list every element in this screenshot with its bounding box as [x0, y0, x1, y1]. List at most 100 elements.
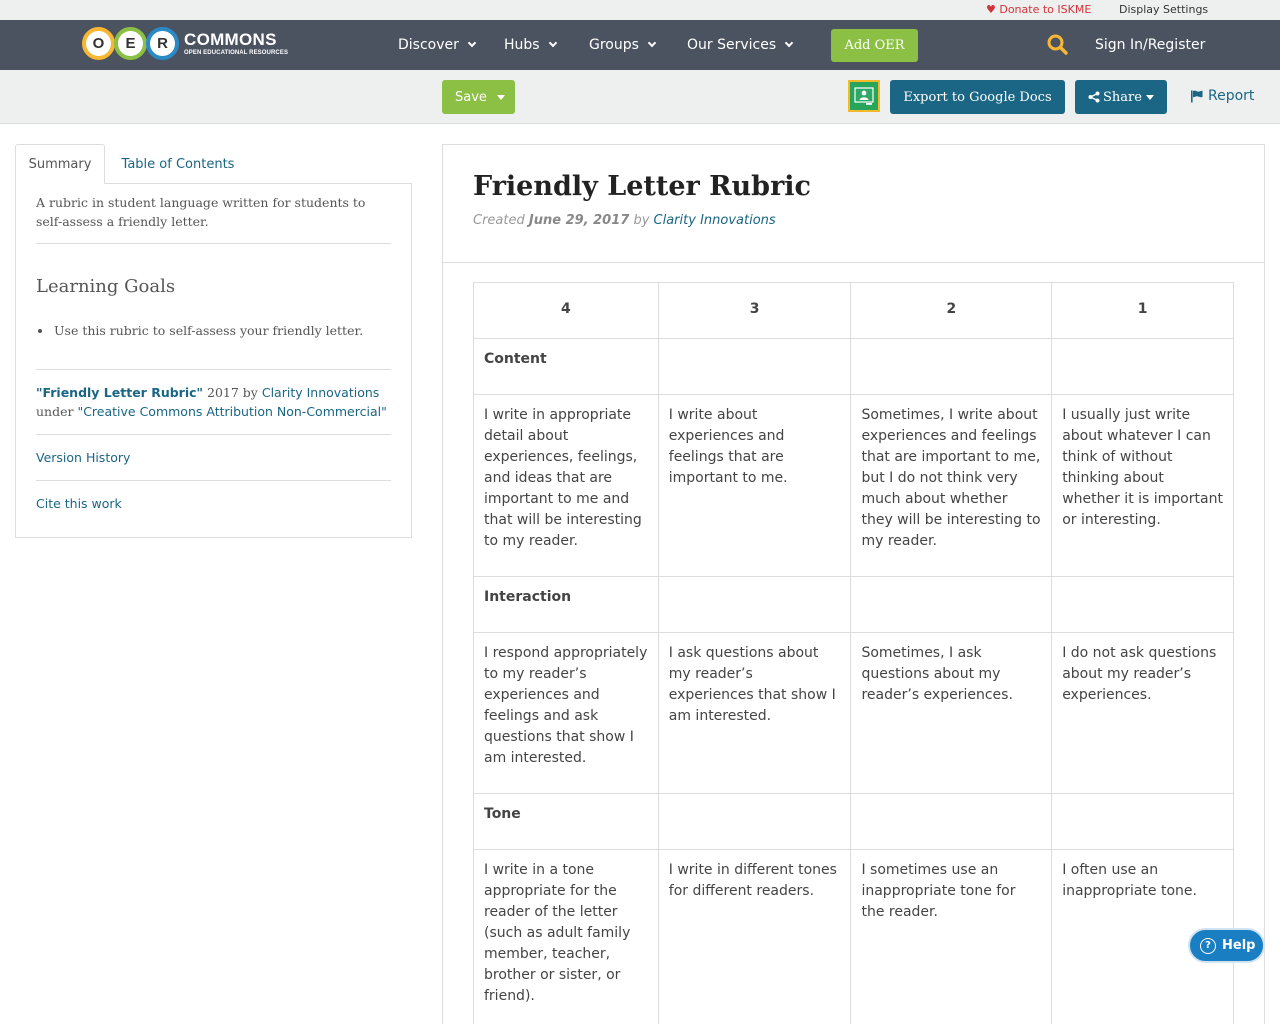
rubric-empty-cell — [1051, 793, 1234, 850]
rubric-category-content: Content — [473, 338, 659, 395]
summary-panel: A rubric in student language written for… — [15, 183, 412, 538]
attribution-author-link[interactable]: Clarity Innovations — [262, 385, 379, 400]
nav-our-services[interactable]: Our Services — [687, 37, 794, 53]
logo-letter-r: R — [146, 26, 179, 60]
save-button[interactable]: Save — [442, 80, 515, 114]
resource-description: A rubric in student language written for… — [36, 195, 366, 229]
rubric-row: I respond appropriately to my reader’s e… — [473, 632, 1234, 794]
chevron-down-icon — [784, 38, 794, 48]
utility-bar: ♥ Donate to ISKME Display Settings — [0, 0, 1280, 20]
tab-table-of-contents[interactable]: Table of Contents — [113, 144, 243, 184]
resource-header: Friendly Letter Rubric Created June 29, … — [443, 145, 1264, 263]
rubric-cell: I write in different tones for different… — [657, 849, 852, 1024]
chevron-down-icon — [647, 38, 657, 48]
rubric-cell: I do not ask questions about my reader’s… — [1051, 632, 1234, 794]
rubric-empty-cell — [1051, 576, 1234, 633]
rubric-cell: I write about experiences and feelings t… — [657, 394, 852, 577]
tab-summary[interactable]: Summary — [15, 144, 105, 184]
flag-icon — [1191, 90, 1203, 102]
rubric-header-row: 4 3 2 1 — [473, 282, 1234, 339]
logo-letter-o: O — [82, 26, 115, 60]
question-icon: ? — [1200, 937, 1216, 954]
nav-groups[interactable]: Groups — [589, 37, 657, 53]
cite-this-work-link[interactable]: Cite this work — [36, 496, 122, 511]
rubric-category-row: Interaction — [473, 576, 1234, 633]
report-link[interactable]: Report — [1190, 88, 1254, 104]
google-classroom-button[interactable] — [848, 80, 880, 112]
created-label: Created — [473, 213, 529, 228]
rubric-empty-cell — [850, 576, 1053, 633]
rubric-category-tone: Tone — [473, 793, 659, 850]
by-label: by — [629, 213, 654, 228]
rubric-empty-cell — [657, 576, 852, 633]
export-google-docs-button[interactable]: Export to Google Docs — [890, 80, 1065, 114]
add-oer-button[interactable]: Add OER — [831, 29, 918, 62]
author-link[interactable]: Clarity Innovations — [654, 213, 776, 228]
oer-commons-logo[interactable]: O E R COMMONS OPEN EDUCATIONAL RESOURCES — [82, 26, 288, 60]
learning-goals-heading: Learning Goals — [36, 276, 176, 297]
nav-discover[interactable]: Discover — [398, 37, 477, 53]
rubric-header-2: 2 — [850, 282, 1053, 339]
rubric-cell: I usually just write about whatever I ca… — [1051, 394, 1234, 577]
divider — [36, 480, 391, 481]
divider — [36, 369, 391, 370]
nav-discover-label: Discover — [398, 37, 459, 53]
rubric-table: 4 3 2 1 Content I write in appropriate d… — [473, 282, 1234, 1024]
learning-goal-text: Use this rubric to self-assess your frie… — [54, 323, 364, 338]
rubric-header-1: 1 — [1051, 282, 1234, 339]
divider — [36, 434, 391, 435]
nav-hubs-label: Hubs — [504, 37, 540, 53]
rubric-row: I write in appropriate detail about expe… — [473, 394, 1234, 577]
donate-link[interactable]: ♥ Donate to ISKME — [986, 3, 1091, 16]
bullet-icon — [38, 329, 42, 333]
rubric-cell: I write in appropriate detail about expe… — [473, 394, 659, 577]
help-button[interactable]: ? Help — [1188, 928, 1265, 963]
sign-in-register-link[interactable]: Sign In/Register — [1095, 37, 1205, 53]
help-label: Help — [1222, 938, 1256, 953]
learning-goal-item: Use this rubric to self-assess your frie… — [38, 323, 364, 338]
rubric-empty-cell — [657, 793, 852, 850]
rubric-header-3: 3 — [657, 282, 852, 339]
google-classroom-icon — [854, 87, 874, 105]
rubric-empty-cell — [1051, 338, 1234, 395]
rubric-category-row: Content — [473, 338, 1234, 395]
share-icon — [1088, 91, 1100, 103]
search-icon[interactable] — [1047, 34, 1068, 55]
donate-label: Donate to ISKME — [999, 3, 1092, 16]
attribution-year: 2017 by — [203, 385, 262, 400]
caret-down-icon — [496, 94, 505, 100]
share-button[interactable]: Share — [1075, 80, 1167, 114]
rubric-header-4: 4 — [473, 282, 659, 339]
logo-name: COMMONS — [184, 29, 277, 49]
created-date: June 29, 2017 — [528, 213, 630, 228]
nav-groups-label: Groups — [589, 37, 639, 53]
attribution: "Friendly Letter Rubric" 2017 by Clarity… — [36, 383, 396, 421]
logo-tagline: OPEN EDUCATIONAL RESOURCES — [184, 49, 289, 56]
resource-meta: Created June 29, 2017 by Clarity Innovat… — [473, 213, 776, 228]
attribution-under: under — [36, 404, 78, 419]
rubric-cell: I respond appropriately to my reader’s e… — [473, 632, 659, 794]
rubric-cell: I ask questions about my reader’s experi… — [657, 632, 852, 794]
report-label: Report — [1208, 88, 1255, 104]
rubric-category-row: Tone — [473, 793, 1234, 850]
caret-down-icon — [1145, 94, 1154, 100]
save-label: Save — [455, 89, 487, 105]
rubric-empty-cell — [850, 793, 1053, 850]
divider — [36, 243, 391, 244]
nav-our-services-label: Our Services — [687, 37, 777, 53]
rubric-cell: I write in a tone appropriate for the re… — [473, 849, 659, 1024]
version-history-link[interactable]: Version History — [36, 450, 130, 465]
share-label: Share — [1103, 89, 1142, 105]
license-link[interactable]: "Creative Commons Attribution Non-Commer… — [77, 404, 386, 419]
nav-hubs[interactable]: Hubs — [504, 37, 557, 53]
chevron-down-icon — [467, 38, 477, 48]
chevron-down-icon — [548, 38, 557, 48]
display-settings-link[interactable]: Display Settings — [1119, 3, 1208, 16]
sidebar-tabs: Summary Table of Contents — [15, 144, 412, 184]
rubric-empty-cell — [850, 338, 1053, 395]
rubric-category-interaction: Interaction — [473, 576, 659, 633]
attribution-title-link[interactable]: "Friendly Letter Rubric" — [36, 385, 203, 400]
page-title: Friendly Letter Rubric — [473, 171, 811, 202]
rubric-row: I write in a tone appropriate for the re… — [473, 849, 1234, 1024]
rubric-cell: Sometimes, I ask questions about my read… — [850, 632, 1053, 794]
